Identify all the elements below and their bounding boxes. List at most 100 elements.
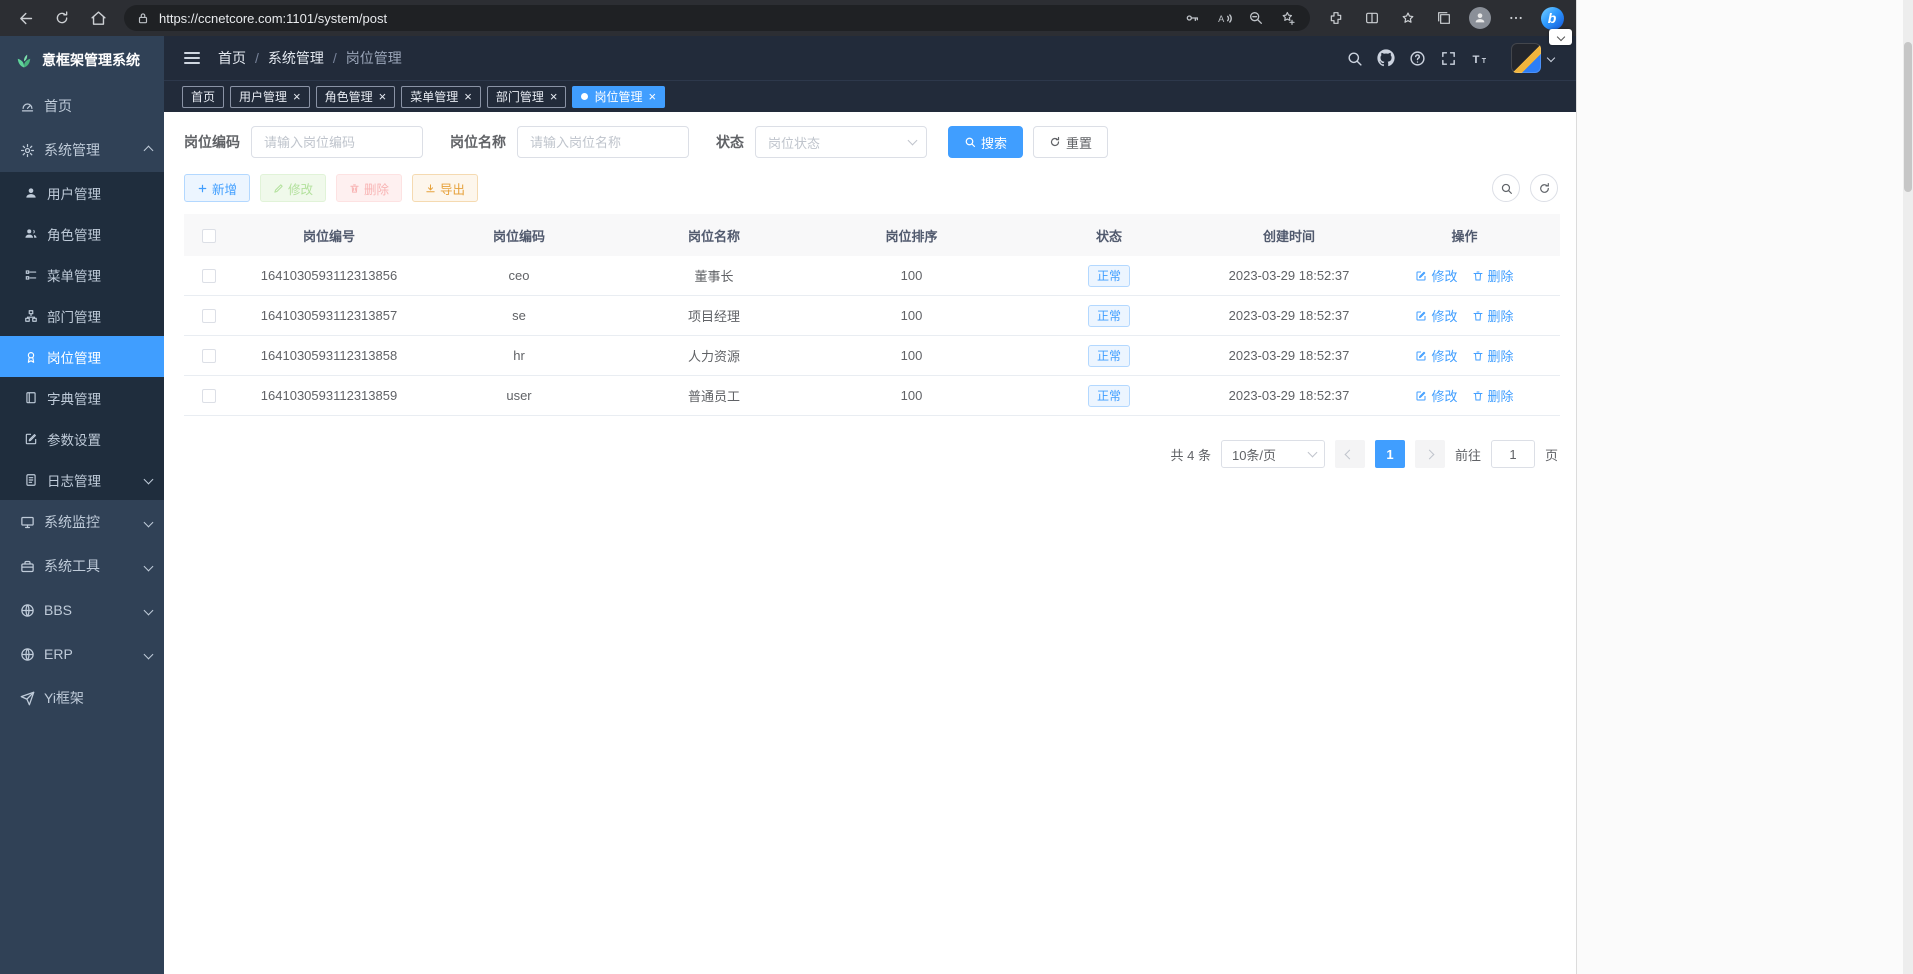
row-delete-link[interactable]: 删除 (1472, 306, 1514, 325)
cell-post-code: se (424, 308, 614, 323)
cell-post-sort: 100 (814, 388, 1009, 403)
close-icon[interactable]: × (293, 90, 301, 103)
browser-menu-ellipsis[interactable] (1498, 3, 1534, 33)
breadcrumb-system[interactable]: 系统管理 (268, 48, 324, 68)
sidebar-collapse-icon[interactable] (182, 48, 202, 68)
status-badge: 正常 (1088, 345, 1130, 367)
header-search-icon[interactable] (1346, 50, 1363, 67)
sidebar-item-label: BBS (44, 602, 136, 618)
sidebar-item-dept-mgmt[interactable]: 部门管理 (0, 295, 164, 336)
close-icon[interactable]: × (648, 90, 656, 103)
pagination: 共 4 条 10条/页 1 前往 页 (184, 440, 1560, 468)
row-edit-link[interactable]: 修改 (1415, 386, 1457, 405)
post-name-input[interactable] (517, 126, 689, 158)
row-edit-link[interactable]: 修改 (1415, 266, 1457, 285)
sidebar-item-tools[interactable]: 系统工具 (0, 544, 164, 588)
sidebar-item-monitor[interactable]: 系统监控 (0, 500, 164, 544)
sidebar-item-role-mgmt[interactable]: 角色管理 (0, 213, 164, 254)
reset-button[interactable]: 重置 (1033, 126, 1108, 158)
row-checkbox[interactable] (202, 389, 216, 403)
sidebar-item-yi-framework[interactable]: Yi框架 (0, 676, 164, 720)
plus-icon (197, 183, 208, 194)
sidebar-item-label: 系统工具 (44, 556, 136, 576)
chevron-right-icon (1425, 449, 1435, 459)
sidebar-item-dict-mgmt[interactable]: 字典管理 (0, 377, 164, 418)
browser-toolbar: https://ccnetcore.com:1101/system/post A (0, 0, 1576, 36)
sidebar-item-user-mgmt[interactable]: 用户管理 (0, 172, 164, 213)
refresh-table-button[interactable] (1530, 174, 1558, 202)
tab-role-mgmt[interactable]: 角色管理 × (316, 86, 396, 108)
sidebar-flyout-caret[interactable] (1549, 29, 1572, 45)
font-size-icon[interactable]: TT (1471, 50, 1491, 67)
collections-icon[interactable] (1426, 3, 1462, 33)
close-icon[interactable]: × (379, 90, 387, 103)
url-text[interactable]: https://ccnetcore.com:1101/system/post (159, 11, 1176, 26)
row-delete-link[interactable]: 删除 (1472, 266, 1514, 285)
tab-user-mgmt[interactable]: 用户管理 × (230, 86, 310, 108)
log-document-icon (24, 473, 38, 487)
tab-menu-mgmt[interactable]: 菜单管理 × (401, 86, 481, 108)
site-lock-icon[interactable] (136, 11, 150, 25)
sidebar-item-menu-mgmt[interactable]: 菜单管理 (0, 254, 164, 295)
breadcrumb-home[interactable]: 首页 (218, 48, 246, 68)
export-button[interactable]: 导出 (412, 174, 478, 202)
select-all-checkbox[interactable] (202, 229, 216, 243)
browser-profile-button[interactable] (1462, 3, 1498, 33)
read-aloud-icon[interactable]: A (1208, 6, 1240, 30)
sidebar-item-log-mgmt[interactable]: 日志管理 (0, 459, 164, 500)
browser-home-button[interactable] (80, 3, 116, 33)
status-badge: 正常 (1088, 385, 1130, 407)
address-bar[interactable]: https://ccnetcore.com:1101/system/post A (124, 5, 1310, 31)
row-delete-link[interactable]: 删除 (1472, 346, 1514, 365)
app-window: 意框架管理系统 首页 系统管理 用户管理 (0, 36, 1576, 974)
edit-button[interactable]: 修改 (260, 174, 326, 202)
add-button[interactable]: 新增 (184, 174, 250, 202)
row-delete-link[interactable]: 删除 (1472, 386, 1514, 405)
goto-page-input[interactable] (1491, 440, 1535, 468)
home-icon (90, 10, 107, 27)
github-icon[interactable] (1377, 49, 1395, 67)
search-button[interactable]: 搜索 (948, 126, 1023, 158)
page-number-1[interactable]: 1 (1375, 440, 1405, 468)
delete-button[interactable]: 删除 (336, 174, 402, 202)
table-row: 1641030593112313858 hr 人力资源 100 正常 2023-… (184, 336, 1560, 376)
refresh-icon (54, 10, 70, 26)
user-menu[interactable] (1511, 43, 1554, 73)
tab-home[interactable]: 首页 (182, 86, 224, 108)
browser-back-button[interactable] (8, 3, 44, 33)
row-edit-link[interactable]: 修改 (1415, 306, 1457, 325)
extensions-icon[interactable] (1318, 3, 1354, 33)
sidebar-item-home[interactable]: 首页 (0, 84, 164, 128)
tab-post-mgmt-active[interactable]: 岗位管理 × (572, 86, 665, 108)
favorites-icon[interactable] (1390, 3, 1426, 33)
fullscreen-icon[interactable] (1440, 50, 1457, 67)
row-checkbox[interactable] (202, 269, 216, 283)
page-size-select[interactable]: 10条/页 (1221, 440, 1325, 468)
password-key-icon[interactable] (1176, 6, 1208, 30)
next-page-button[interactable] (1415, 440, 1445, 468)
scrollbar-thumb[interactable] (1904, 42, 1912, 192)
post-code-input[interactable] (251, 126, 423, 158)
row-checkbox[interactable] (202, 349, 216, 363)
browser-refresh-button[interactable] (44, 3, 80, 33)
scrollbar-track[interactable] (1903, 0, 1913, 974)
sidebar-item-system[interactable]: 系统管理 (0, 128, 164, 172)
status-select[interactable]: 岗位状态 (755, 126, 927, 158)
add-favorite-star-icon[interactable] (1272, 6, 1304, 30)
split-screen-icon[interactable] (1354, 3, 1390, 33)
sidebar-item-erp[interactable]: ERP (0, 632, 164, 676)
tab-dept-mgmt[interactable]: 部门管理 × (487, 86, 567, 108)
close-icon[interactable]: × (464, 90, 472, 103)
sidebar-item-label: 系统管理 (44, 140, 136, 160)
zoom-out-icon[interactable] (1240, 6, 1272, 30)
toggle-search-button[interactable] (1492, 174, 1520, 202)
sidebar-item-param-settings[interactable]: 参数设置 (0, 418, 164, 459)
row-checkbox[interactable] (202, 309, 216, 323)
download-icon (425, 183, 436, 194)
sidebar-item-bbs[interactable]: BBS (0, 588, 164, 632)
help-icon[interactable] (1409, 50, 1426, 67)
row-edit-link[interactable]: 修改 (1415, 346, 1457, 365)
close-icon[interactable]: × (550, 90, 558, 103)
sidebar-item-post-mgmt[interactable]: 岗位管理 (0, 336, 164, 377)
prev-page-button[interactable] (1335, 440, 1365, 468)
